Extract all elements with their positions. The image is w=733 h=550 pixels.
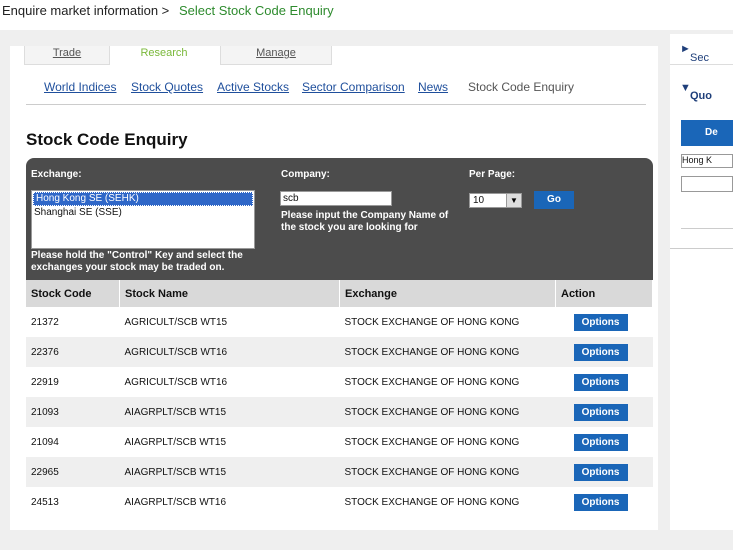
page-title: Stock Code Enquiry <box>26 130 188 149</box>
sidebar-section-text: Quo <box>690 90 712 102</box>
options-button[interactable]: Options <box>573 313 628 331</box>
stock-code: 21094 <box>26 427 120 457</box>
company-input[interactable] <box>280 191 392 206</box>
subnav-sector-comparison[interactable]: Sector Comparison <box>302 80 405 94</box>
table-row: 21093 AIAGRPLT/SCB WT15 STOCK EXCHANGE O… <box>26 397 653 427</box>
exchange-hint-line-2: exchanges your stock may be traded on. <box>31 262 225 273</box>
options-button[interactable]: Options <box>573 463 628 481</box>
sidebar-section-label: ► Sec <box>680 43 709 64</box>
sidebar-button[interactable]: De <box>681 120 733 146</box>
breadcrumb-parent[interactable]: Enquire market information > <box>2 2 169 20</box>
sidebar-divider <box>681 228 733 229</box>
per-page-label: Per Page: <box>469 169 516 180</box>
options-button[interactable]: Options <box>573 493 628 511</box>
top-tabs: Trade Research Manage <box>24 46 644 66</box>
per-page-value: 10 <box>473 195 485 206</box>
tab-manage[interactable]: Manage <box>220 46 332 65</box>
stock-name: AIAGRPLT/SCB WT15 <box>119 457 340 487</box>
table-row: 21094 AIAGRPLT/SCB WT15 STOCK EXCHANGE O… <box>26 427 653 457</box>
stock-exchange: STOCK EXCHANGE OF HONG KONG <box>339 397 556 427</box>
exchange-option-sse[interactable]: Shanghai SE (SSE) <box>32 207 254 219</box>
exchange-hint-line-1: Please hold the "Control" Key and select… <box>31 250 243 261</box>
exchange-option-sehk[interactable]: Hong Kong SE (SEHK) <box>33 192 253 206</box>
stock-name: AIAGRPLT/SCB WT15 <box>119 427 340 457</box>
sidebar-divider <box>670 248 733 249</box>
stock-exchange: STOCK EXCHANGE OF HONG KONG <box>339 457 556 487</box>
stock-exchange: STOCK EXCHANGE OF HONG KONG <box>339 367 556 397</box>
stock-code: 22965 <box>26 457 120 487</box>
stock-exchange: STOCK EXCHANGE OF HONG KONG <box>339 307 556 337</box>
stock-name: AGRICULT/SCB WT16 <box>119 367 340 397</box>
company-label: Company: <box>281 169 330 180</box>
chevron-down-icon[interactable]: ▼ <box>506 194 521 207</box>
breadcrumb: Enquire market information > Select Stoc… <box>0 0 733 30</box>
results-table: Stock Code Stock Name Exchange Action 21… <box>26 280 653 517</box>
per-page-select[interactable]: 10 ▼ <box>469 193 522 208</box>
table-row: 21372 AGRICULT/SCB WT15 STOCK EXCHANGE O… <box>26 307 653 337</box>
table-header-row: Stock Code Stock Name Exchange Action <box>26 280 653 307</box>
stock-exchange: STOCK EXCHANGE OF HONG KONG <box>339 337 556 367</box>
stock-name: AIAGRPLT/SCB WT16 <box>119 487 340 517</box>
options-button[interactable]: Options <box>573 403 628 421</box>
stock-name: AGRICULT/SCB WT15 <box>119 307 340 337</box>
subnav-stock-code-enquiry: Stock Code Enquiry <box>468 80 575 94</box>
search-filter: Exchange: Hong Kong SE (SEHK) Shanghai S… <box>26 158 653 280</box>
table-row: 22965 AIAGRPLT/SCB WT15 STOCK EXCHANGE O… <box>26 457 653 487</box>
sub-navigation: World Indices Stock Quotes Active Stocks… <box>26 70 646 105</box>
options-button[interactable]: Options <box>573 343 628 361</box>
options-button[interactable]: Options <box>573 433 628 451</box>
sidebar-exchange-select[interactable]: Hong K <box>681 154 733 168</box>
sidebar-button-label: De <box>705 127 718 138</box>
subnav-news[interactable]: News <box>418 80 448 94</box>
breadcrumb-current: Select Stock Code Enquiry <box>179 3 334 18</box>
sidebar-section-label: ▼ Quo <box>680 82 712 102</box>
exchange-listbox[interactable]: Hong Kong SE (SEHK) Shanghai SE (SSE) <box>31 190 255 249</box>
exchange-label: Exchange: <box>31 169 82 180</box>
stock-exchange: STOCK EXCHANGE OF HONG KONG <box>339 487 556 517</box>
company-hint-line-2: the stock you are looking for <box>281 222 418 233</box>
subnav-world-indices[interactable]: World Indices <box>44 80 116 94</box>
subnav-active-stocks[interactable]: Active Stocks <box>217 80 289 94</box>
stock-name: AGRICULT/SCB WT16 <box>119 337 340 367</box>
tab-research[interactable]: Research <box>114 46 214 64</box>
main-panel: Trade Research Manage World Indices Stoc… <box>10 46 658 530</box>
table-row: 22376 AGRICULT/SCB WT16 STOCK EXCHANGE O… <box>26 337 653 367</box>
table-row: 24513 AIAGRPLT/SCB WT16 STOCK EXCHANGE O… <box>26 487 653 517</box>
table-row: 22919 AGRICULT/SCB WT16 STOCK EXCHANGE O… <box>26 367 653 397</box>
header-stock-code: Stock Code <box>26 280 120 307</box>
stock-name: AIAGRPLT/SCB WT15 <box>119 397 340 427</box>
header-action: Action <box>555 280 653 307</box>
stock-code: 22919 <box>26 367 120 397</box>
sidebar-section-text: Sec <box>690 52 709 64</box>
sidebar-section-expanded[interactable]: ▼ Quo <box>670 74 733 104</box>
subnav-stock-quotes[interactable]: Stock Quotes <box>131 80 203 94</box>
stock-code: 21093 <box>26 397 120 427</box>
right-sidebar: ► Sec ▼ Quo De Hong K <box>670 34 733 530</box>
stock-code: 24513 <box>26 487 120 517</box>
sidebar-select-value: Hong K <box>682 155 713 165</box>
header-exchange: Exchange <box>339 280 556 307</box>
tab-trade[interactable]: Trade <box>24 46 110 65</box>
header-stock-name: Stock Name <box>119 280 340 307</box>
stock-code: 22376 <box>26 337 120 367</box>
company-hint-line-1: Please input the Company Name of <box>281 210 449 221</box>
stock-code: 21372 <box>26 307 120 337</box>
sidebar-input[interactable] <box>681 176 733 192</box>
stock-exchange: STOCK EXCHANGE OF HONG KONG <box>339 427 556 457</box>
sidebar-section-collapsed[interactable]: ► Sec <box>670 34 733 65</box>
go-button[interactable]: Go <box>534 191 574 209</box>
options-button[interactable]: Options <box>573 373 628 391</box>
